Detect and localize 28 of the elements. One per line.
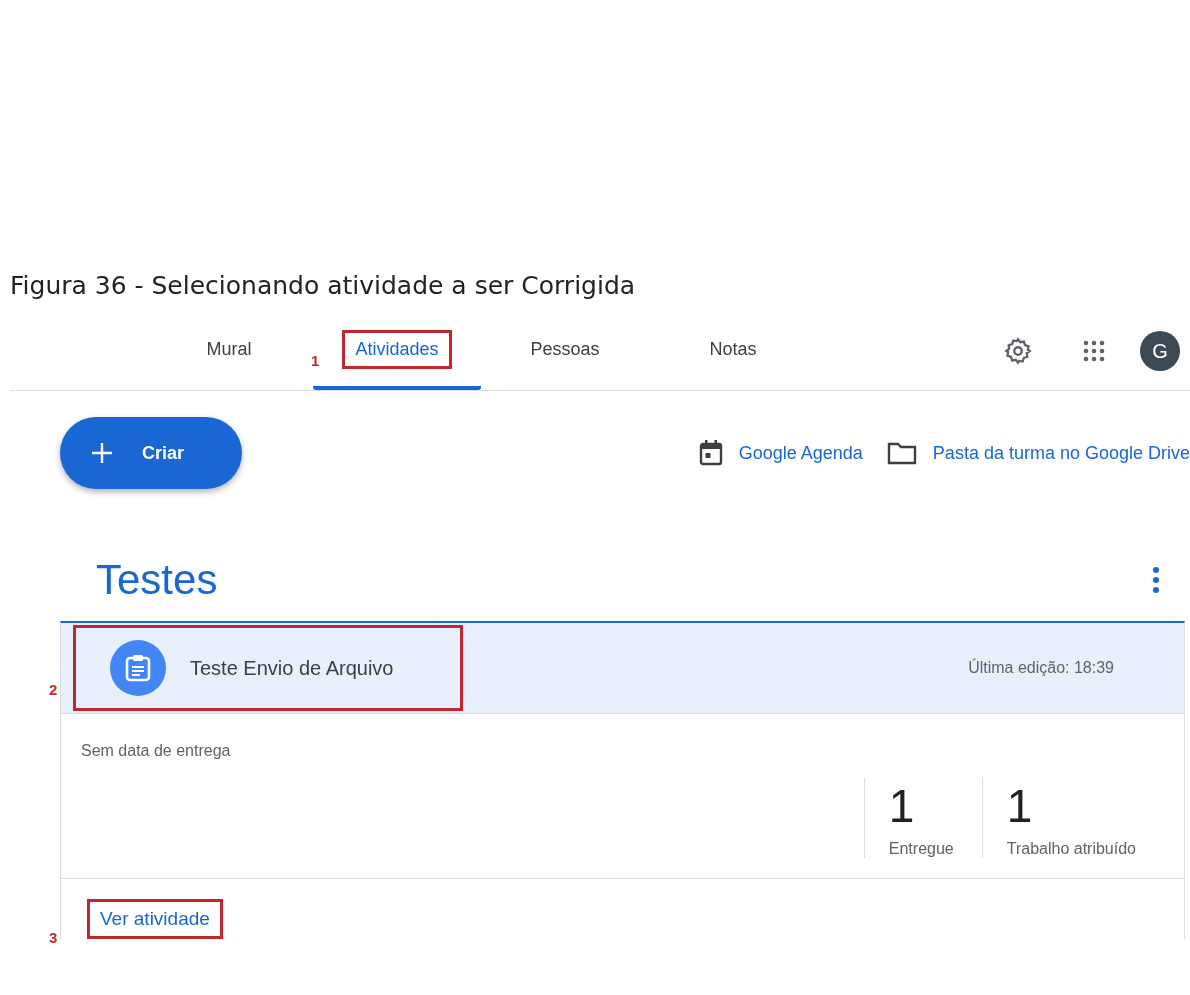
apps-grid-icon[interactable] [1082,339,1106,363]
nav-tab[interactable]: Notas [649,312,817,390]
stat-value: 1 [1006,779,1034,834]
assignment-header[interactable]: Teste Envio de Arquivo Última edição: 18:39 [61,623,1184,714]
stat-label: Entregue [888,840,954,858]
callout-number: 2 [49,681,58,698]
header-link[interactable]: Pasta da turma no Google Drive [886,441,1190,465]
more-options-icon[interactable] [1152,567,1160,593]
topic-title: Testes [96,556,218,604]
nav-tab[interactable]: Pessoas [481,312,649,390]
callout-number: 1 [311,352,320,369]
stat-label: Trabalho atribuído [1006,840,1136,858]
calendar-icon [698,440,723,466]
folder-icon [886,441,917,465]
settings-icon[interactable] [1004,337,1032,365]
figure-caption: Figura 36 - Selecionando atividade a ser Corrigida [10,270,637,302]
header-link[interactable]: Google Agenda [698,440,863,466]
last-edited: Última edição: 18:39 [968,659,1114,677]
assignment-title: Teste Envio de Arquivo [190,656,394,680]
nav-tab[interactable]: 1 Atividades [313,312,481,390]
stat-value: 1 [888,779,916,834]
callout-number: 3 [49,929,58,946]
nav-tab[interactable]: Mural [145,312,313,390]
create-button[interactable]: Criar [60,417,242,489]
assignment-icon [125,654,151,682]
plus-icon [90,441,114,465]
due-date: Sem data de entrega [81,742,232,760]
account-avatar[interactable]: G [1140,331,1180,371]
